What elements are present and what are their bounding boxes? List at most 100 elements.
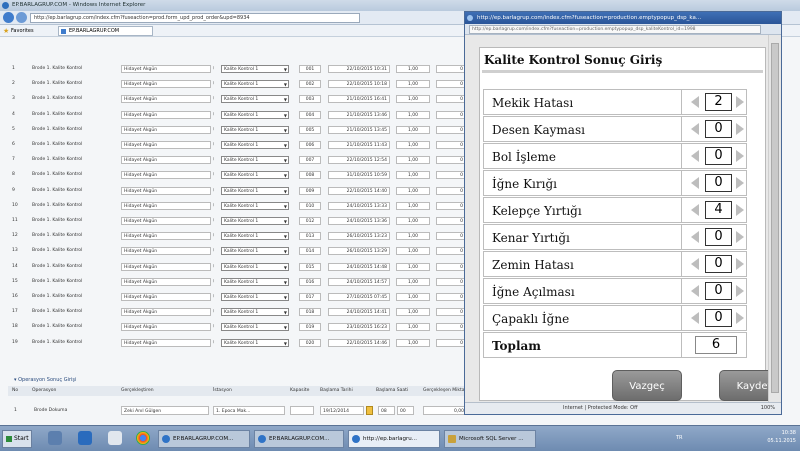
- row-code-field[interactable]: 007: [299, 156, 321, 165]
- row-line-select[interactable]: Kalite Kontrol 1: [221, 125, 289, 134]
- calendar-icon[interactable]: [366, 406, 373, 415]
- row-user-field[interactable]: Hidayet Akgün: [121, 171, 211, 180]
- row-result-field[interactable]: 0: [436, 293, 466, 301]
- language-indicator[interactable]: TR: [676, 435, 683, 441]
- row-spin[interactable]: ⁝: [213, 339, 219, 347]
- row-result-field[interactable]: 0: [436, 323, 466, 332]
- row-user-field[interactable]: Hidayet Akgün: [121, 262, 211, 271]
- row-spin[interactable]: ⁝: [213, 323, 219, 331]
- defect-count[interactable]: 0: [705, 120, 732, 138]
- row-result-field[interactable]: 0: [436, 125, 466, 134]
- row-line-select[interactable]: Kalite Kontrol 1: [221, 338, 289, 347]
- defect-count[interactable]: 0: [705, 309, 732, 327]
- row-spin[interactable]: ⁝: [213, 247, 219, 255]
- row-qty-field[interactable]: 1,00: [396, 217, 430, 225]
- row-spin[interactable]: ⁝: [213, 80, 219, 88]
- row-line-select[interactable]: Kalite Kontrol 1: [221, 277, 289, 286]
- decrement-arrow-icon[interactable]: [691, 285, 699, 297]
- row-datetime-field[interactable]: 22/10/2015 10:18: [328, 80, 390, 89]
- row-line-select[interactable]: Kalite Kontrol 1: [221, 95, 289, 104]
- row-spin[interactable]: ⁝: [213, 141, 219, 149]
- row-user-field[interactable]: Hidayet Akgün: [121, 277, 211, 286]
- start-button[interactable]: Start: [2, 430, 32, 448]
- row-user-field[interactable]: Hidayet Akgün: [121, 65, 211, 73]
- row-result-field[interactable]: 0: [436, 141, 466, 149]
- row-qty-field[interactable]: 1,00: [396, 171, 430, 180]
- increment-arrow-icon[interactable]: [736, 312, 744, 324]
- increment-arrow-icon[interactable]: [736, 177, 744, 189]
- zoom-level[interactable]: 100%: [761, 403, 775, 414]
- row-datetime-field[interactable]: 26/10/2015 13:23: [328, 232, 390, 241]
- row-line-select[interactable]: Kalite Kontrol 1: [221, 65, 289, 73]
- increment-arrow-icon[interactable]: [736, 204, 744, 216]
- defect-count[interactable]: 4: [705, 201, 732, 219]
- defect-count[interactable]: 0: [705, 282, 732, 300]
- row-result-field[interactable]: 0: [436, 217, 466, 225]
- row-datetime-field[interactable]: 21/10/2015 13:45: [328, 125, 390, 134]
- scrollbar-thumb[interactable]: [771, 43, 779, 393]
- row-spin[interactable]: ⁝: [213, 156, 219, 164]
- row-code-field[interactable]: 016: [299, 277, 321, 286]
- row-datetime-field[interactable]: 21/10/2015 11:43: [328, 141, 390, 149]
- row-qty-field[interactable]: 1,00: [396, 125, 430, 134]
- row-line-select[interactable]: Kalite Kontrol 1: [221, 247, 289, 256]
- section-row-user-field[interactable]: Zeki Anıl Gülgen: [121, 406, 209, 415]
- row-user-field[interactable]: Hidayet Akgün: [121, 80, 211, 89]
- row-result-field[interactable]: 0: [436, 247, 466, 256]
- row-qty-field[interactable]: 1,00: [396, 293, 430, 301]
- row-line-select[interactable]: Kalite Kontrol 1: [221, 110, 289, 119]
- row-datetime-field[interactable]: 22/10/2015 10:31: [328, 65, 390, 73]
- row-result-field[interactable]: 0: [436, 232, 466, 241]
- row-spin[interactable]: ⁝: [213, 187, 219, 195]
- row-datetime-field[interactable]: 24/10/2015 14:57: [328, 277, 390, 286]
- row-spin[interactable]: ⁝: [213, 217, 219, 225]
- row-user-field[interactable]: Hidayet Akgün: [121, 323, 211, 332]
- row-result-field[interactable]: 0: [436, 277, 466, 286]
- decrement-arrow-icon[interactable]: [691, 204, 699, 216]
- taskbar-button-sql-server[interactable]: Microsoft SQL Server ...: [444, 430, 536, 448]
- row-spin[interactable]: ⁝: [213, 111, 219, 119]
- row-datetime-field[interactable]: 26/10/2015 13:29: [328, 247, 390, 256]
- defect-count[interactable]: 0: [705, 147, 732, 165]
- row-code-field[interactable]: 020: [299, 338, 321, 347]
- increment-arrow-icon[interactable]: [736, 258, 744, 270]
- taskbar-button-ie-2[interactable]: EP.BARLAGRUP.COM...: [254, 430, 344, 448]
- row-code-field[interactable]: 013: [299, 232, 321, 241]
- row-datetime-field[interactable]: 27/10/2015 07:45: [328, 293, 390, 301]
- row-result-field[interactable]: 0: [436, 201, 466, 210]
- row-code-field[interactable]: 004: [299, 110, 321, 119]
- defect-count[interactable]: 2: [705, 93, 732, 111]
- row-datetime-field[interactable]: 31/10/2015 10:59: [328, 171, 390, 180]
- row-line-select[interactable]: Kalite Kontrol 1: [221, 141, 289, 149]
- row-line-select[interactable]: Kalite Kontrol 1: [221, 217, 289, 225]
- row-datetime-field[interactable]: 24/10/2015 13:36: [328, 217, 390, 225]
- row-line-select[interactable]: Kalite Kontrol 1: [221, 201, 289, 210]
- row-spin[interactable]: ⁝: [213, 293, 219, 301]
- row-spin[interactable]: ⁝: [213, 202, 219, 210]
- row-qty-field[interactable]: 1,00: [396, 95, 430, 104]
- users-icon[interactable]: [48, 431, 62, 445]
- row-qty-field[interactable]: 1,00: [396, 65, 430, 73]
- chrome-icon[interactable]: [136, 431, 150, 445]
- row-code-field[interactable]: 002: [299, 80, 321, 89]
- row-user-field[interactable]: Hidayet Akgün: [121, 247, 211, 256]
- row-datetime-field[interactable]: 22/10/2015 12:54: [328, 156, 390, 165]
- row-code-field[interactable]: 015: [299, 262, 321, 271]
- increment-arrow-icon[interactable]: [736, 231, 744, 243]
- row-datetime-field[interactable]: 21/10/2015 16:41: [328, 95, 390, 104]
- row-code-field[interactable]: 018: [299, 308, 321, 317]
- row-user-field[interactable]: Hidayet Akgün: [121, 217, 211, 225]
- row-spin[interactable]: ⁝: [213, 308, 219, 316]
- row-user-field[interactable]: Hidayet Akgün: [121, 338, 211, 347]
- row-datetime-field[interactable]: 23/10/2015 16:23: [328, 323, 390, 332]
- row-result-field[interactable]: 0: [436, 65, 466, 73]
- row-code-field[interactable]: 017: [299, 293, 321, 301]
- row-qty-field[interactable]: 1,00: [396, 308, 430, 317]
- row-spin[interactable]: ⁝: [213, 126, 219, 134]
- row-user-field[interactable]: Hidayet Akgün: [121, 293, 211, 301]
- row-qty-field[interactable]: 1,00: [396, 323, 430, 332]
- increment-arrow-icon[interactable]: [736, 150, 744, 162]
- row-user-field[interactable]: Hidayet Akgün: [121, 110, 211, 119]
- forward-icon[interactable]: [16, 12, 27, 23]
- row-datetime-field[interactable]: 22/10/2015 14:40: [328, 186, 390, 195]
